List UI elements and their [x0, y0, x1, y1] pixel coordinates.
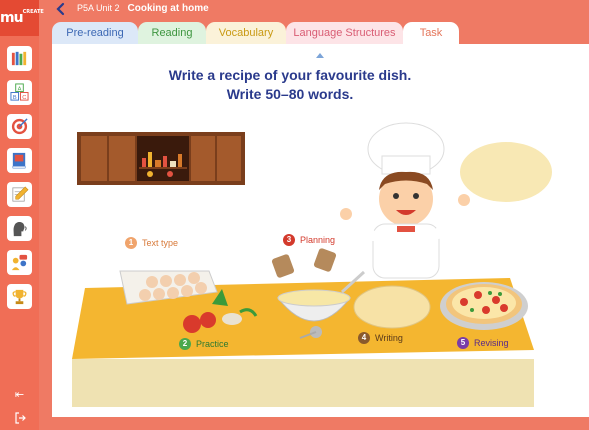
brand-logo: muCREATE: [0, 0, 44, 36]
tab-pre-reading[interactable]: Pre-reading: [52, 22, 138, 44]
step-practice[interactable]: 2 Practice: [179, 338, 229, 350]
task-line-2: Write 50–80 words.: [226, 86, 354, 102]
books-icon[interactable]: [7, 46, 32, 71]
top-bar: P5A Unit 2 Cooking at home: [39, 0, 589, 18]
pencil-icon[interactable]: [7, 182, 32, 207]
counter-front: [72, 359, 534, 407]
speaking-icon[interactable]: [7, 216, 32, 241]
svg-text:B: B: [13, 95, 17, 101]
target-icon[interactable]: [7, 114, 32, 139]
task-prompt: Write a recipe of your favourite dish. W…: [52, 66, 528, 104]
chef-illustration: [340, 122, 470, 279]
page-title: Cooking at home: [127, 3, 209, 14]
collapse-sidebar-icon[interactable]: ⇤: [0, 388, 39, 401]
svg-text:C: C: [22, 95, 26, 101]
task-card: Write a recipe of your favourite dish. W…: [52, 44, 589, 417]
dough-illustration: [460, 142, 552, 202]
tab-indicator-caret: [316, 53, 324, 58]
tab-vocabulary[interactable]: Vocabulary: [206, 22, 286, 44]
svg-text:A: A: [18, 87, 22, 93]
back-arrow-icon[interactable]: [54, 2, 68, 16]
left-rail: muCREATE ABC ⇤: [0, 0, 44, 430]
step-planning[interactable]: 3 Planning: [283, 234, 335, 246]
section-tabs: Pre-reading Reading Vocabulary Language …: [52, 22, 472, 44]
tab-language-structures[interactable]: Language Structures: [286, 22, 403, 44]
pizza-illustration: [440, 282, 528, 330]
unit-label: P5A Unit 2: [77, 3, 120, 13]
breadcrumb: P5A Unit 2 Cooking at home: [77, 3, 209, 14]
pizza-dough-illustration: [353, 285, 431, 329]
discussion-icon[interactable]: [7, 250, 32, 275]
tab-task[interactable]: Task: [403, 22, 459, 44]
task-line-1: Write a recipe of your favourite dish.: [168, 67, 412, 83]
tab-reading[interactable]: Reading: [138, 22, 206, 44]
step-revising[interactable]: 5 Revising: [457, 337, 509, 349]
trophy-icon[interactable]: [7, 284, 32, 309]
abc-blocks-icon[interactable]: ABC: [7, 80, 32, 105]
logout-icon[interactable]: [0, 412, 39, 427]
step-writing[interactable]: 4 Writing: [358, 332, 403, 344]
book-icon[interactable]: [7, 148, 32, 173]
step-text-type[interactable]: 1 Text type: [125, 237, 178, 249]
kitchen-cabinet-illustration: [77, 132, 245, 185]
